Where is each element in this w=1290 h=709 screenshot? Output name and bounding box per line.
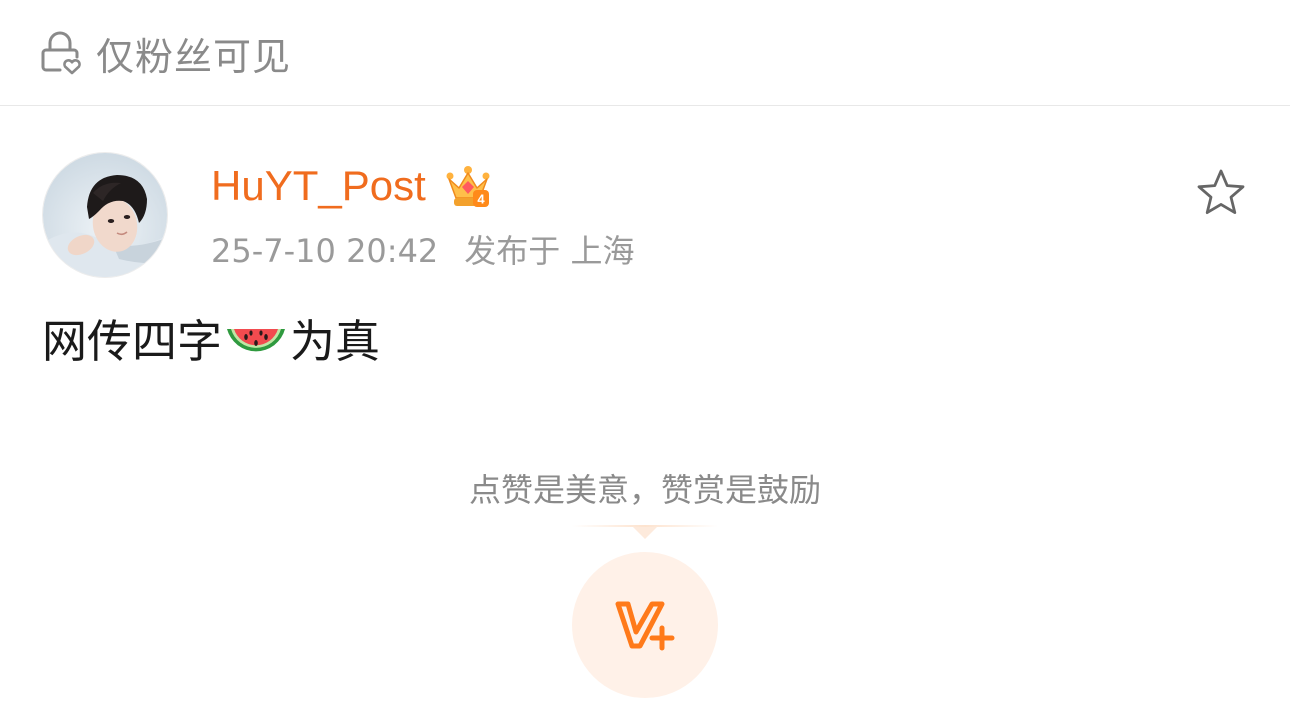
author-name[interactable]: HuYT_Post — [211, 160, 426, 212]
crown-vip-icon[interactable]: 4 — [444, 164, 492, 210]
lock-heart-icon — [38, 30, 84, 76]
watermelon-icon — [224, 317, 288, 367]
star-outline-icon — [1197, 169, 1245, 214]
favorite-button[interactable] — [1193, 165, 1249, 221]
post-detail-page: 仅粉丝可见 HuYT_Post 4 25-7-10 20:42 发布于 上海 网… — [0, 0, 1290, 709]
visibility-bar: 仅粉丝可见 — [0, 0, 1290, 106]
post-content-before: 网传四字 — [42, 315, 223, 368]
reward-pointer — [633, 527, 657, 539]
post-content-after: 为真 — [290, 315, 381, 368]
v-plus-icon — [615, 601, 675, 651]
visibility-label: 仅粉丝可见 — [96, 35, 292, 79]
post-content: 网传四字 为真 — [42, 312, 380, 372]
post-time: 25-7-10 20:42 — [211, 232, 439, 270]
reward-tip: 点赞是美意，赞赏是鼓励 — [468, 471, 821, 509]
reward-button[interactable] — [572, 552, 718, 698]
avatar[interactable] — [42, 152, 168, 278]
post-location: 发布于 上海 — [464, 232, 635, 270]
post-meta: 25-7-10 20:42 发布于 上海 — [211, 229, 634, 273]
svg-text:4: 4 — [477, 192, 485, 207]
